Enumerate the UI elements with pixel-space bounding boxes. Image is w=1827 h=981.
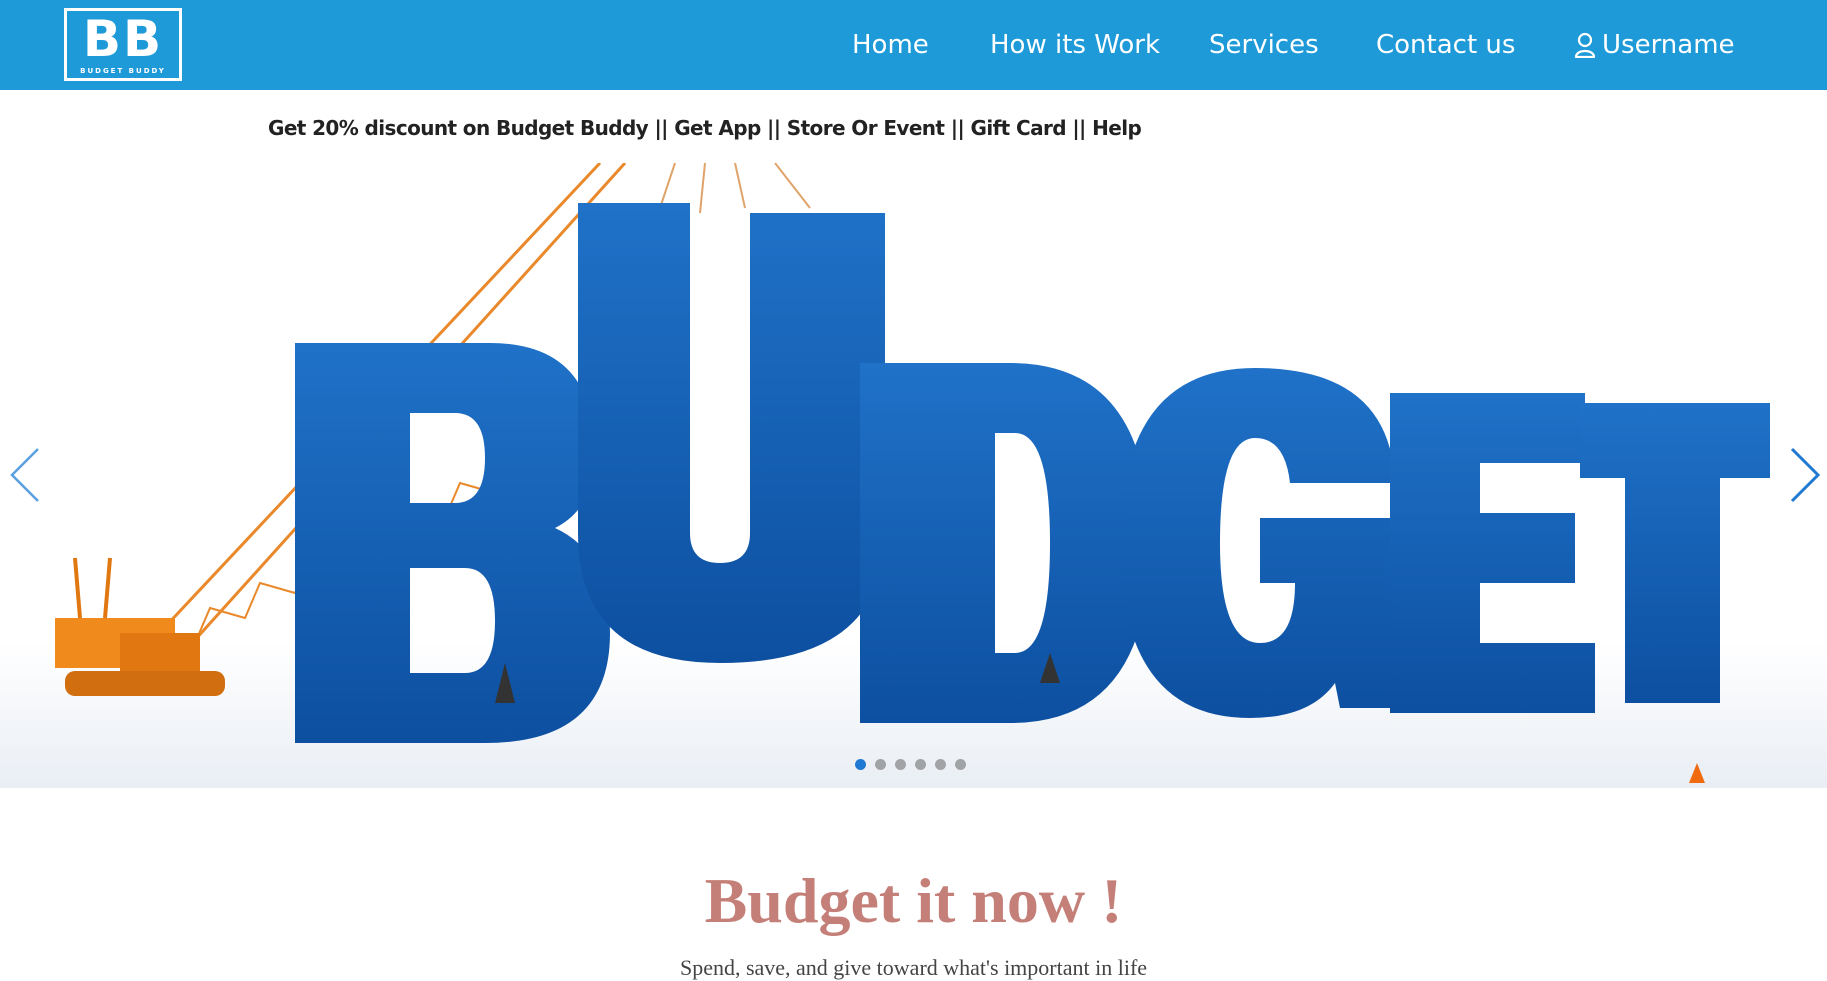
user-icon — [1574, 32, 1596, 58]
username-label: Username — [1602, 30, 1735, 60]
brand-logo[interactable]: BB BUDGET BUDDY — [64, 8, 182, 81]
hero-tagline: Spend, save, and give toward what's impo… — [679, 955, 1148, 980]
budget-hero-image — [0, 163, 1827, 788]
logo-subtitle: BUDGET BUDDY — [80, 67, 166, 75]
carousel-indicators — [855, 759, 966, 770]
chevron-right-icon — [1790, 447, 1821, 503]
carousel-indicator[interactable] — [895, 759, 906, 770]
carousel-indicator[interactable] — [855, 759, 866, 770]
nav-home-link[interactable]: Home — [852, 28, 929, 62]
chevron-left-icon — [10, 448, 39, 502]
crane-body — [55, 557, 225, 696]
navbar: BB BUDGET BUDDY Home How its Work Servic… — [0, 0, 1827, 90]
logo-mark: BB — [82, 10, 164, 68]
carousel-next-button[interactable] — [1780, 445, 1826, 505]
promo-banner: Get 20% discount on Budget Buddy || Get … — [268, 116, 1142, 140]
carousel-indicator[interactable] — [935, 759, 946, 770]
carousel-indicator[interactable] — [875, 759, 886, 770]
nav-how-its-work-link[interactable]: How its Work — [990, 28, 1160, 62]
carousel-indicator[interactable] — [915, 759, 926, 770]
nav-contact-us-link[interactable]: Contact us — [1376, 28, 1515, 62]
nav-user-account-link[interactable]: Username — [1574, 28, 1735, 62]
carousel-prev-button[interactable] — [4, 445, 50, 505]
carousel-indicator[interactable] — [955, 759, 966, 770]
nav-services-link[interactable]: Services — [1209, 28, 1319, 62]
hero-carousel — [0, 163, 1827, 788]
hero-headline: Budget it now ! — [704, 865, 1123, 936]
